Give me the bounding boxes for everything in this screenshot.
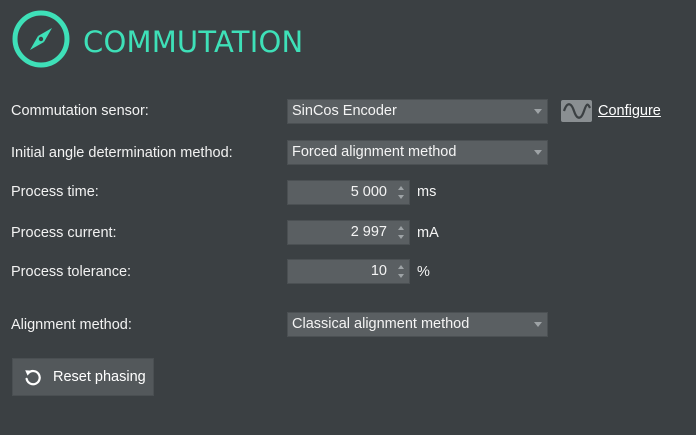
decrement-icon[interactable] (398, 235, 404, 239)
sine-wave-icon (561, 100, 592, 122)
commutation-sensor-select[interactable]: SinCos Encoder (287, 99, 548, 124)
decrement-icon[interactable] (398, 274, 404, 278)
process-tolerance-input[interactable]: 10 (287, 259, 410, 284)
increment-icon[interactable] (398, 265, 404, 269)
process-tolerance-unit: % (417, 264, 430, 280)
commutation-sensor-value: SinCos Encoder (292, 103, 397, 119)
page-header: COMMUTATION (11, 10, 304, 68)
process-time-label: Process time: (11, 184, 99, 200)
process-current-unit: mA (417, 225, 439, 241)
alignment-method-select[interactable]: Classical alignment method (287, 312, 548, 337)
process-tolerance-label: Process tolerance: (11, 264, 132, 280)
reset-phasing-label: Reset phasing (53, 369, 146, 385)
initial-angle-value: Forced alignment method (292, 144, 457, 160)
process-time-value: 5 000 (350, 184, 387, 200)
process-current-input[interactable]: 2 997 (287, 220, 410, 245)
page-title: COMMUTATION (83, 25, 304, 59)
process-current-value: 2 997 (350, 224, 387, 240)
process-tolerance-value: 10 (370, 263, 387, 279)
initial-angle-label: Initial angle determination method: (11, 145, 233, 161)
initial-angle-select[interactable]: Forced alignment method (287, 140, 548, 165)
commutation-sensor-label: Commutation sensor: (11, 103, 149, 119)
chevron-down-icon (534, 150, 542, 155)
alignment-method-value: Classical alignment method (292, 316, 470, 332)
increment-icon[interactable] (398, 186, 404, 190)
configure-label[interactable]: Configure (598, 103, 661, 119)
reset-icon (25, 369, 41, 386)
decrement-icon[interactable] (398, 195, 404, 199)
process-time-unit: ms (417, 184, 437, 200)
alignment-method-label: Alignment method: (11, 317, 132, 333)
configure-link[interactable]: Configure (561, 99, 661, 123)
compass-icon (12, 10, 70, 68)
chevron-down-icon (534, 109, 542, 114)
chevron-down-icon (534, 322, 542, 327)
process-time-input[interactable]: 5 000 (287, 180, 410, 205)
process-current-label: Process current: (11, 225, 117, 241)
increment-icon[interactable] (398, 226, 404, 230)
reset-phasing-button[interactable]: Reset phasing (12, 358, 154, 396)
